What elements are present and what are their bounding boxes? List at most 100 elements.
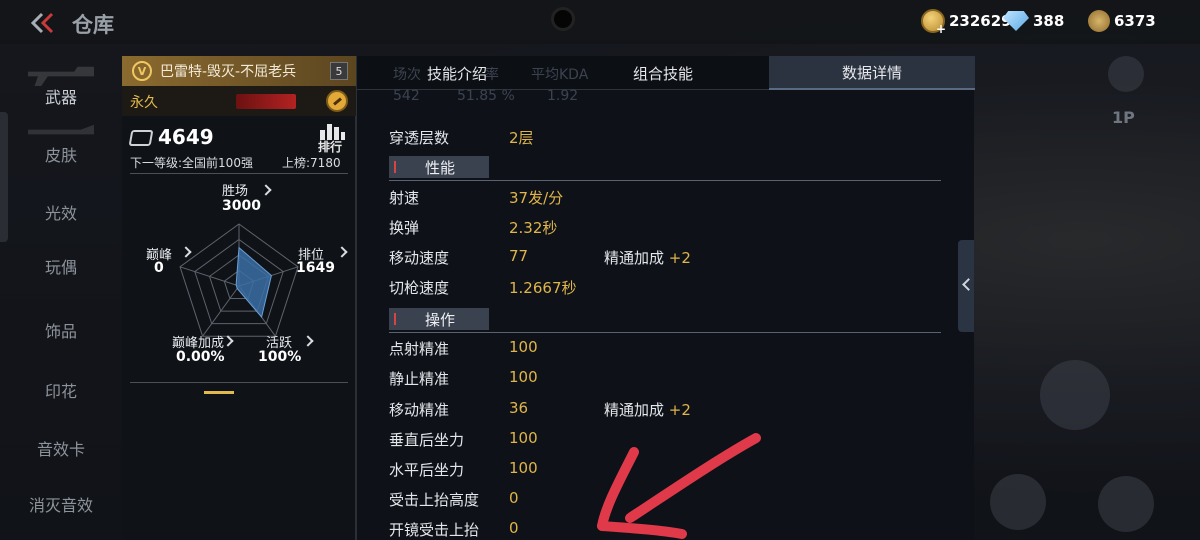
swap-weapon-icon[interactable] — [990, 474, 1046, 530]
section-performance: 性能 — [389, 156, 941, 181]
stat-label: 移动精准 — [389, 401, 450, 419]
sidebar-item-label: 音效卡 — [36, 440, 85, 459]
stat-row-penetration: 穿透层数 2层 — [389, 122, 949, 152]
weapon-score: 4649 — [158, 125, 214, 149]
medal-icon — [1088, 10, 1110, 32]
stat-label: 穿透层数 — [389, 129, 450, 147]
weapon-level: 5 — [330, 62, 348, 80]
diamond-amount: 388 — [1033, 12, 1065, 30]
wins-value: 3000 — [222, 198, 261, 214]
medal-amount: 6373 — [1114, 12, 1156, 30]
stat-value: 100 — [509, 368, 538, 386]
settings-hud-button[interactable] — [1108, 56, 1144, 92]
skin-icon — [28, 124, 94, 135]
stat-row-move-speed: 移动速度 77 精通加成 +2 — [389, 242, 949, 272]
back-icon[interactable] — [30, 12, 56, 34]
duration-bar: 永久 — [122, 86, 356, 116]
stat-value: 77 — [509, 247, 529, 265]
sidebar-item-accessories[interactable]: 饰品 — [0, 292, 122, 348]
peak-bonus-value: 0.00% — [176, 349, 225, 365]
ghost-value-kda: 1.92 — [547, 88, 579, 104]
stat-label: 开镜受击上抬 — [389, 521, 480, 539]
medal-currency[interactable]: 6373 — [1088, 8, 1156, 34]
page-title: 仓库 — [72, 13, 114, 37]
tab-combo-skills[interactable]: 组合技能 — [557, 56, 769, 90]
stat-label: 受击上抬高度 — [389, 491, 480, 509]
page-indicator — [204, 391, 234, 394]
stat-row-fire-rate: 射速 37发/分 — [389, 182, 949, 212]
tab-data-details[interactable]: 数据详情 — [769, 56, 975, 90]
section-title: 操作 — [425, 311, 456, 329]
rank-value: 1649 — [296, 260, 335, 276]
tab-skill-intro[interactable]: 技能介绍 — [357, 56, 557, 90]
stat-label: 水平后坐力 — [389, 461, 465, 479]
stat-label: 点射精准 — [389, 340, 450, 358]
diamond-currency[interactable]: 388 — [1003, 8, 1064, 34]
leaderboard-text: 上榜:7180 — [282, 156, 341, 170]
mastery-bonus: 精通加成 +2 — [604, 247, 691, 268]
divider — [130, 173, 348, 174]
sidebar-item-label: 光效 — [44, 204, 77, 223]
mastery-bonus-value: +2 — [668, 401, 691, 419]
stat-value: 0 — [509, 519, 519, 537]
brand-stamp-icon — [236, 94, 296, 109]
weapon-score-icon — [128, 130, 154, 146]
radar-value-shape — [235, 246, 272, 319]
mastery-bonus-value: +2 — [668, 249, 691, 267]
mastery-bonus-label: 精通加成 — [604, 401, 665, 419]
divider — [130, 382, 348, 383]
stat-label: 切枪速度 — [389, 279, 450, 297]
view-toggle-label[interactable]: 1P — [1112, 108, 1135, 127]
stat-value: 0 — [509, 489, 519, 507]
ghost-value-rate: 51.85 % — [457, 88, 515, 104]
collapse-panel-button[interactable] — [958, 240, 974, 332]
stat-label: 垂直后坐力 — [389, 431, 465, 449]
sidebar-item-stickers[interactable]: 印花 — [0, 352, 122, 408]
stat-label: 静止精准 — [389, 370, 450, 388]
red-arrow-annotation — [597, 433, 761, 539]
gold-rarity-icon[interactable] — [326, 90, 348, 112]
bullet-hud-button[interactable] — [1040, 360, 1110, 430]
ranking-label[interactable]: 排行 — [318, 138, 342, 155]
mastery-bonus-label: 精通加成 — [604, 249, 665, 267]
stat-label: 换弹 — [389, 219, 420, 237]
stats-radar: 胜场 3000 排位 1649 巅峰 0 巅峰加成 0.00% 活跃 100% — [122, 176, 356, 386]
next-level-text: 下一等级:全国前100强 — [130, 156, 253, 170]
sidebar-item-skins[interactable]: 皮肤 — [0, 116, 122, 172]
sidebar-item-label: 消灭音效 — [28, 496, 93, 515]
sidebar-item-kill-sounds[interactable]: 消灭音效 — [0, 466, 122, 522]
crouch-hud-button[interactable] — [1098, 476, 1154, 532]
stat-label: 移动速度 — [389, 249, 450, 267]
stat-value: 2.32秒 — [509, 219, 558, 237]
category-sidebar: 武器 皮肤 光效 玩偶 饰品 印花 音效卡 消灭音效 — [0, 52, 122, 540]
weapon-info-panel: V 巴雷特-毁灭-不屈老兵 5 永久 4649 排行 下一等级:全国前100强 … — [122, 56, 356, 540]
stat-row-still-accuracy: 静止精准 100 — [389, 363, 949, 393]
stat-value: 100 — [509, 459, 538, 477]
gold-coin-icon — [921, 9, 946, 36]
stat-value: 100 — [509, 429, 538, 447]
peak-value: 0 — [154, 260, 164, 276]
sidebar-item-label: 武器 — [44, 88, 77, 107]
stat-value: 1.2667秒 — [509, 279, 577, 297]
stat-row-reload: 换弹 2.32秒 — [389, 212, 949, 242]
active-value: 100% — [258, 349, 302, 365]
stat-row-tap-accuracy: 点射精准 100 — [389, 333, 949, 363]
sidebar-item-sound-cards[interactable]: 音效卡 — [0, 410, 122, 466]
ghost-value-matches: 542 — [393, 88, 420, 104]
section-title: 性能 — [425, 159, 456, 177]
wins-label[interactable]: 胜场 — [222, 180, 248, 199]
vip-badge-icon: V — [132, 61, 152, 81]
mastery-bonus: 精通加成 +2 — [604, 399, 691, 420]
sidebar-item-weapons[interactable]: 武器 — [0, 58, 122, 114]
sidebar-item-label: 印花 — [44, 382, 77, 401]
section-divider — [389, 180, 941, 181]
section-operation: 操作 — [389, 308, 941, 333]
diamond-icon — [1003, 11, 1029, 31]
stat-value: 2层 — [509, 129, 534, 147]
gold-currency[interactable]: 232629 — [921, 8, 1012, 36]
detail-tabs: 场次 率 平均KDA 技能介绍 组合技能 数据详情 — [357, 56, 975, 90]
stat-value: 36 — [509, 399, 529, 417]
sidebar-item-dolls[interactable]: 玩偶 — [0, 228, 122, 284]
sidebar-item-label: 皮肤 — [44, 146, 77, 165]
sidebar-item-effects[interactable]: 光效 — [0, 174, 122, 230]
